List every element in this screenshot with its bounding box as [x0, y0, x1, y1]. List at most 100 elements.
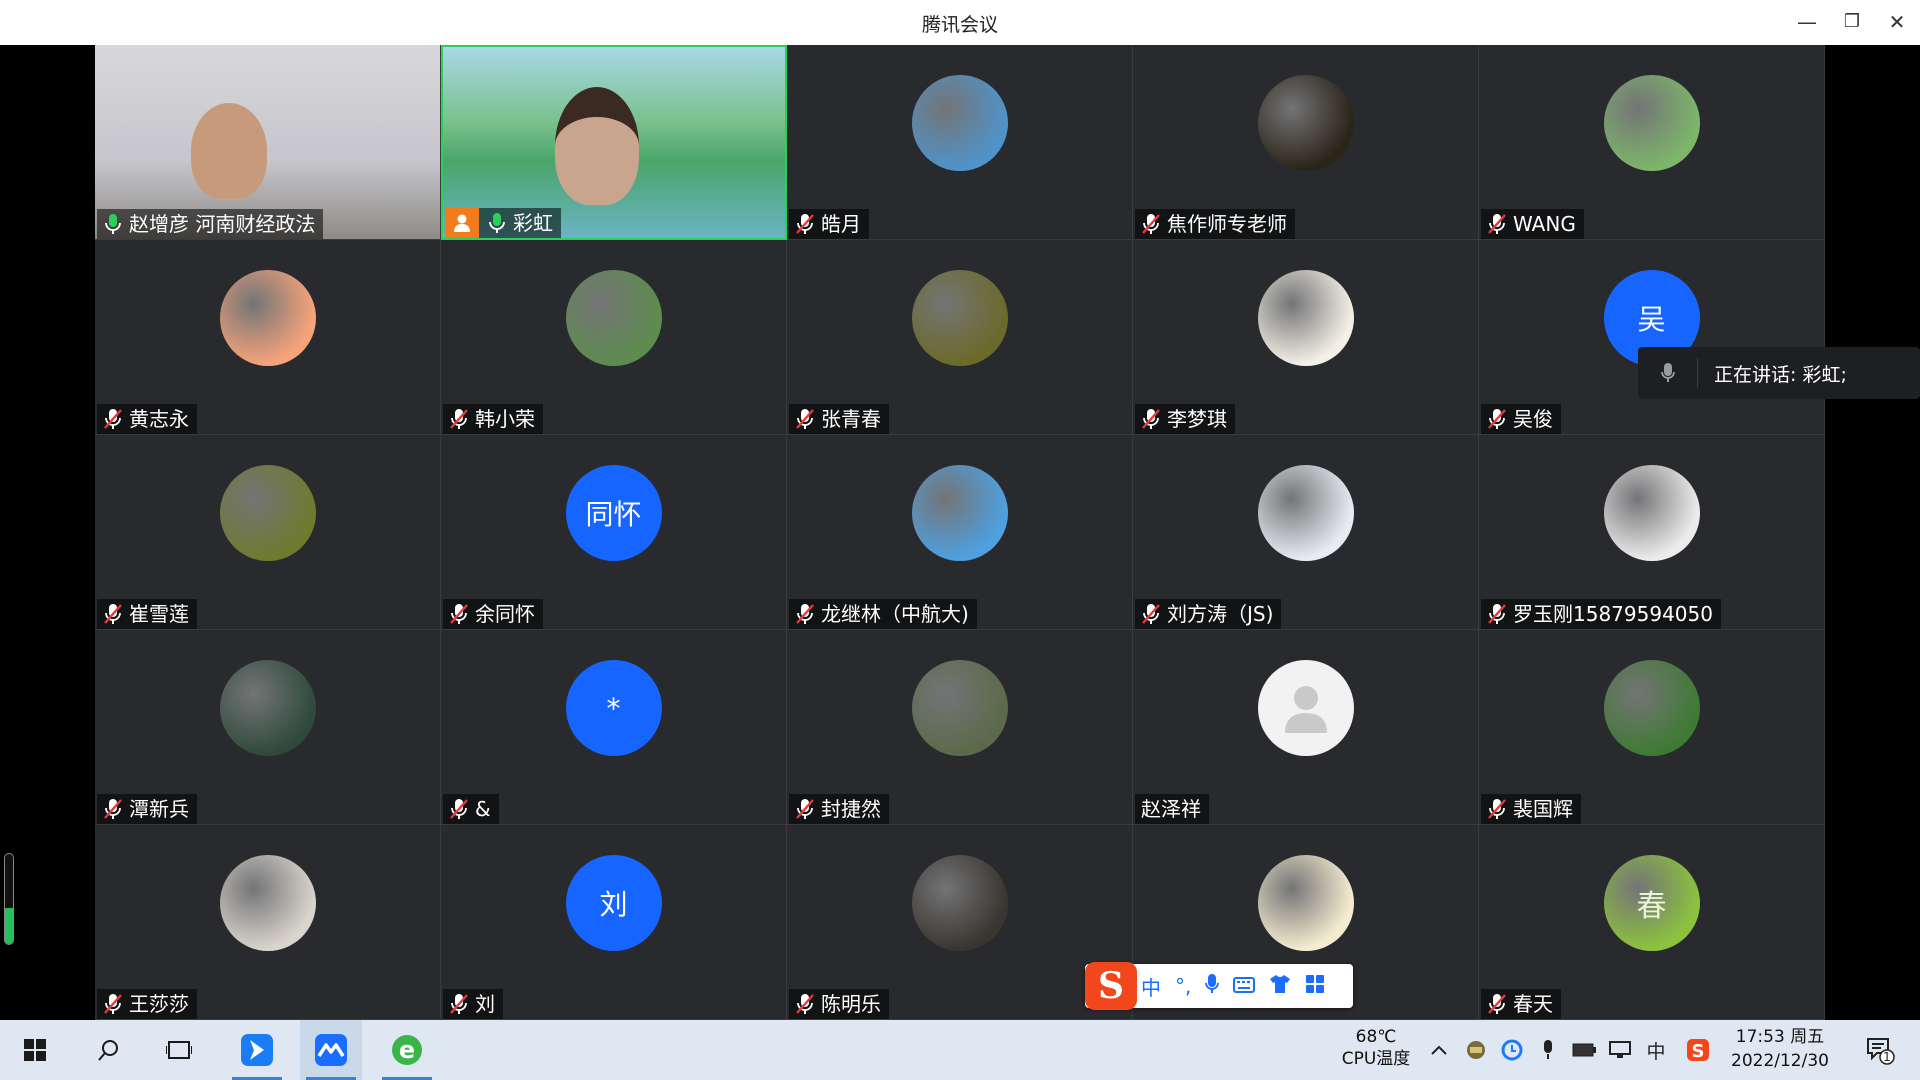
- participant-tile[interactable]: * &: [441, 630, 787, 825]
- ime-mode-toggle[interactable]: 中: [1141, 972, 1161, 1001]
- task-view-icon: [166, 1041, 192, 1059]
- microphone-muted-icon: [1141, 603, 1161, 625]
- ime-punct-toggle[interactable]: °,: [1175, 974, 1191, 998]
- minimize-button[interactable]: —: [1792, 9, 1822, 35]
- participant-name: 韩小荣: [475, 407, 535, 431]
- ime-toolbar[interactable]: S 中 °,: [1085, 962, 1353, 1010]
- participant-tile[interactable]: 赵增彦 河南财经政法: [95, 45, 441, 240]
- participant-name: 罗玉刚15879594050: [1513, 602, 1713, 626]
- microphone-icon: [1544, 1040, 1552, 1059]
- tencent-meeting-app-icon: [315, 1034, 347, 1066]
- participant-tile[interactable]: 张青春: [787, 240, 1133, 435]
- participant-tile[interactable]: 陈明乐: [787, 825, 1133, 1020]
- participant-tile[interactable]: 焦作师专老师: [1133, 45, 1479, 240]
- participant-nametag: 龙继林（中航大): [789, 599, 977, 629]
- participant-tile[interactable]: 王莎莎: [95, 825, 441, 1020]
- tray-microphone-icon[interactable]: [1534, 1020, 1562, 1080]
- cpu-temperature-label: CPU温度: [1341, 1049, 1411, 1069]
- participant-name: 李梦琪: [1167, 407, 1227, 431]
- participant-tile[interactable]: 刘刘: [441, 825, 787, 1020]
- participant-name: 潭新兵: [129, 797, 189, 821]
- tray-overflow-button[interactable]: [1426, 1020, 1452, 1080]
- taskbar-app-browser[interactable]: e: [376, 1020, 438, 1080]
- participant-avatar: [911, 465, 1008, 561]
- clock-date[interactable]: 2022/12/30: [1720, 1050, 1840, 1072]
- tray-battery-icon[interactable]: [1570, 1020, 1598, 1080]
- participant-tile[interactable]: 封捷然: [787, 630, 1133, 825]
- skin-icon[interactable]: [1269, 974, 1291, 999]
- participant-tile[interactable]: 龙继林（中航大): [787, 435, 1133, 630]
- microphone-icon: [1638, 358, 1698, 388]
- voice-input-icon[interactable]: [1205, 973, 1220, 1000]
- microphone-muted-icon: [1487, 993, 1507, 1015]
- host-icon: [445, 208, 479, 238]
- participant-name: 刘: [475, 992, 495, 1016]
- participant-tile[interactable]: 李梦琪: [1133, 240, 1479, 435]
- close-button[interactable]: ✕: [1882, 9, 1912, 35]
- participant-name: 春天: [1513, 992, 1553, 1016]
- participant-tile[interactable]: 罗玉刚15879594050: [1479, 435, 1825, 630]
- participant-avatar: [219, 855, 316, 951]
- task-view-button[interactable]: [154, 1020, 204, 1080]
- participant-tile[interactable]: 春春天: [1479, 825, 1825, 1020]
- participant-avatar: [1257, 75, 1354, 171]
- participant-tile[interactable]: 皓月: [787, 45, 1133, 240]
- microphone-muted-icon: [1487, 213, 1507, 235]
- tray-sogou-icon[interactable]: S: [1682, 1020, 1714, 1080]
- participant-tile[interactable]: 裴国辉: [1479, 630, 1825, 825]
- participant-tile[interactable]: 彩虹: [441, 45, 787, 240]
- participant-tile[interactable]: 同怀 余同怀: [441, 435, 787, 630]
- microphone-muted-icon: [795, 603, 815, 625]
- participant-nametag: &: [443, 794, 499, 824]
- participant-avatar: [911, 270, 1008, 366]
- sync-icon: [1501, 1039, 1523, 1061]
- search-button[interactable]: [84, 1020, 134, 1080]
- restore-button[interactable]: ❐: [1837, 9, 1867, 35]
- toolbox-icon[interactable]: [1305, 974, 1325, 999]
- participant-tile[interactable]: WANG: [1479, 45, 1825, 240]
- microphone-muted-icon: [449, 408, 469, 430]
- participant-tile[interactable]: 潭新兵: [95, 630, 441, 825]
- participant-name: 裴国辉: [1513, 797, 1573, 821]
- microphone-muted-icon: [449, 798, 469, 820]
- participant-name: 吴俊: [1513, 407, 1553, 431]
- microphone-muted-icon: [1141, 213, 1161, 235]
- cpu-temperature: 68℃: [1355, 1027, 1397, 1047]
- taskbar-app-tencent-meeting[interactable]: [300, 1020, 362, 1080]
- tray-ime-indicator[interactable]: 中: [1642, 1020, 1670, 1080]
- participant-name: 赵增彦 河南财经政法: [129, 212, 316, 236]
- start-button[interactable]: [10, 1020, 60, 1080]
- svg-text:e: e: [399, 1036, 415, 1064]
- participant-nametag: 春天: [1481, 989, 1561, 1019]
- participant-name: 刘方涛（JS): [1167, 602, 1274, 626]
- participant-tile[interactable]: 韩小荣: [441, 240, 787, 435]
- tray-network-icon[interactable]: [1606, 1020, 1634, 1080]
- participant-avatar: [1257, 855, 1354, 951]
- window-title: 腾讯会议: [921, 14, 998, 36]
- participant-avatar: 同怀: [565, 465, 662, 561]
- participant-tile[interactable]: 刘方涛（JS): [1133, 435, 1479, 630]
- window-titlebar: 腾讯会议 — ❐ ✕: [0, 0, 1920, 45]
- notification-center-button[interactable]: 1: [1858, 1020, 1902, 1080]
- tray-sync-icon[interactable]: [1498, 1020, 1526, 1080]
- participant-avatar: [911, 75, 1008, 171]
- participant-tile[interactable]: 崔雪莲: [95, 435, 441, 630]
- participant-avatar: [219, 465, 316, 561]
- participant-tile[interactable]: 吴吴俊: [1479, 240, 1825, 435]
- clock-time[interactable]: 17:53 周五: [1720, 1026, 1840, 1048]
- microphone-muted-icon: [1487, 408, 1507, 430]
- participant-name: 焦作师专老师: [1167, 212, 1287, 236]
- participant-tile[interactable]: 赵泽祥: [1133, 630, 1479, 825]
- participant-nametag: 刘: [443, 989, 503, 1019]
- search-icon: [98, 1040, 118, 1061]
- keyboard-icon[interactable]: [1233, 974, 1256, 998]
- taskbar-app-feishu[interactable]: [226, 1020, 288, 1080]
- sogou-logo-icon[interactable]: S: [1085, 962, 1137, 1010]
- microphone-muted-icon: [103, 798, 123, 820]
- participant-nametag: 潭新兵: [97, 794, 197, 824]
- participant-tile[interactable]: 黄志永: [95, 240, 441, 435]
- tray-app-icon[interactable]: [1462, 1020, 1490, 1080]
- microphone-muted-icon: [103, 993, 123, 1015]
- participant-avatar: [219, 270, 316, 366]
- participant-nametag: 赵泽祥: [1135, 794, 1209, 824]
